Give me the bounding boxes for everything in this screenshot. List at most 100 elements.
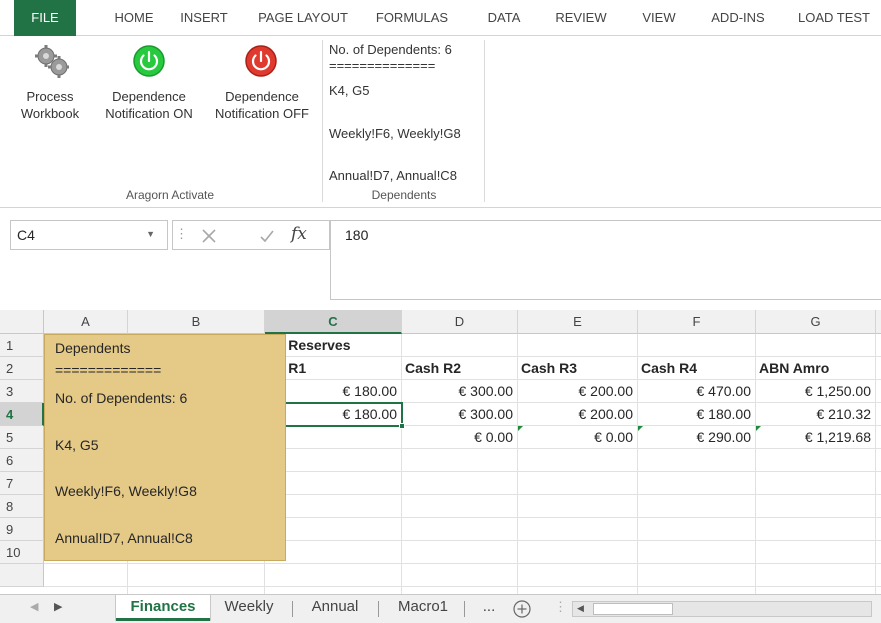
cell-e4[interactable]: € 200.00 xyxy=(518,403,637,426)
comment-count: No. of Dependents: 6 xyxy=(55,390,188,406)
tab-add-ins[interactable]: ADD-INS xyxy=(700,0,776,36)
column-header-f[interactable]: F xyxy=(638,310,756,334)
add-sheet-icon[interactable] xyxy=(512,599,532,619)
dependence-notification-off-button[interactable]: Dependence Notification OFF xyxy=(204,40,320,160)
group-separator xyxy=(484,40,485,202)
cell-e2[interactable]: Cash R3 xyxy=(521,357,637,380)
row-header-3[interactable]: 3 xyxy=(0,380,44,403)
tab-review[interactable]: REVIEW xyxy=(548,0,614,36)
row-header-11[interactable] xyxy=(0,564,44,587)
sheet-tab-bar: ◀ ▶ Finances Weekly Annual Macro1 ... ⋮ … xyxy=(0,594,881,623)
row-header-7[interactable]: 7 xyxy=(0,472,44,495)
column-header-c[interactable]: C xyxy=(265,310,402,334)
column-header-h[interactable] xyxy=(876,310,881,334)
scrollbar-left-icon[interactable]: ◀ xyxy=(577,603,584,614)
cell-g4[interactable]: € 210.32 xyxy=(756,403,875,426)
sheet-tab-finances[interactable]: Finances xyxy=(116,595,210,621)
notification-on-label-1: Dependence xyxy=(112,89,186,104)
formula-input[interactable]: 180 xyxy=(330,220,881,300)
formula-bar: C4 ▼ ⋮ fx 180 xyxy=(0,208,881,308)
cancel-icon[interactable] xyxy=(201,228,217,244)
chevron-down-icon[interactable]: ▼ xyxy=(146,229,155,239)
cell-f4[interactable]: € 180.00 xyxy=(638,403,755,426)
name-box-value: C4 xyxy=(17,227,35,243)
comment-local: K4, G5 xyxy=(55,437,99,453)
sheet-separator xyxy=(292,601,293,617)
row-header-10[interactable]: 10 xyxy=(0,541,44,564)
enter-icon[interactable] xyxy=(259,228,275,244)
formula-buttons: ⋮ fx xyxy=(172,220,330,250)
process-workbook-button[interactable]: Process Workbook xyxy=(8,40,92,160)
cell-f2[interactable]: Cash R4 xyxy=(641,357,755,380)
cell-d5[interactable]: € 0.00 xyxy=(402,426,517,449)
process-workbook-label-2: Workbook xyxy=(20,106,80,121)
notification-off-label-1: Dependence xyxy=(225,89,299,104)
select-all-button[interactable] xyxy=(0,310,44,334)
tab-home[interactable]: HOME xyxy=(106,0,162,36)
row-header-8[interactable]: 8 xyxy=(0,495,44,518)
dependents-count: No. of Dependents: 6 xyxy=(329,42,452,57)
cell-f5[interactable]: € 290.00 xyxy=(638,426,755,449)
sheet-separator xyxy=(378,601,379,617)
sheet-tab-macro1[interactable]: Macro1 xyxy=(386,595,460,621)
process-workbook-label-1: Process xyxy=(26,89,74,104)
column-header-e[interactable]: E xyxy=(518,310,638,334)
dependents-weekly: Weekly!F6, Weekly!G8 xyxy=(329,126,461,141)
scroll-right-icon[interactable]: ▶ xyxy=(54,600,62,613)
sheet-separator xyxy=(464,601,465,617)
power-off-icon xyxy=(245,45,277,77)
fill-handle[interactable] xyxy=(399,423,405,429)
splitter-icon[interactable]: ⋮ xyxy=(554,599,567,615)
group-label-dependents: Dependents xyxy=(371,188,437,202)
comment-weekly: Weekly!F6, Weekly!G8 xyxy=(55,483,197,499)
tab-load-test[interactable]: LOAD TEST xyxy=(788,0,880,36)
cell-g5[interactable]: € 1,219.68 xyxy=(756,426,875,449)
cell-d3[interactable]: € 300.00 xyxy=(402,380,517,403)
more-sheets-button[interactable]: ... xyxy=(474,595,504,621)
column-header-b[interactable]: B xyxy=(128,310,265,334)
cell-c1[interactable]: sh Reserves xyxy=(268,334,401,357)
cell-e3[interactable]: € 200.00 xyxy=(518,380,637,403)
row-header-1[interactable]: 1 xyxy=(0,334,44,357)
comment-annual: Annual!D7, Annual!C8 xyxy=(55,530,193,546)
error-indicator-icon xyxy=(638,426,643,431)
gridline xyxy=(517,334,518,594)
name-box[interactable]: C4 ▼ xyxy=(10,220,168,250)
cell-c2[interactable]: sh R1 xyxy=(268,357,401,380)
scroll-left-icon[interactable]: ◀ xyxy=(30,600,38,613)
horizontal-scrollbar[interactable]: ◀ xyxy=(572,601,872,617)
column-header-a[interactable]: A xyxy=(44,310,128,334)
gears-icon xyxy=(35,45,69,78)
cell-f3[interactable]: € 470.00 xyxy=(638,380,755,403)
row-header-2[interactable]: 2 xyxy=(0,357,44,380)
group-separator xyxy=(322,40,323,202)
sheet-tab-annual[interactable]: Annual xyxy=(300,595,370,621)
error-indicator-icon xyxy=(756,426,761,431)
dependence-notification-on-button[interactable]: Dependence Notification ON xyxy=(94,40,204,160)
cell-g3[interactable]: € 1,250.00 xyxy=(756,380,875,403)
tab-data[interactable]: DATA xyxy=(480,0,528,36)
column-header-d[interactable]: D xyxy=(402,310,518,334)
scrollbar-thumb[interactable] xyxy=(593,603,673,615)
row-header-9[interactable]: 9 xyxy=(0,518,44,541)
tab-page-layout[interactable]: PAGE LAYOUT xyxy=(250,0,356,36)
tab-view[interactable]: VIEW xyxy=(634,0,684,36)
gridline xyxy=(401,334,402,594)
sheet-tab-weekly[interactable]: Weekly xyxy=(214,595,284,621)
row-header-4[interactable]: 4 xyxy=(0,403,44,426)
tab-formulas[interactable]: FORMULAS xyxy=(364,0,460,36)
cell-d4[interactable]: € 300.00 xyxy=(402,403,517,426)
row-header-5[interactable]: 5 xyxy=(0,426,44,449)
row-header-6[interactable]: 6 xyxy=(0,449,44,472)
cell-e5[interactable]: € 0.00 xyxy=(518,426,637,449)
comment-divider: ============= xyxy=(55,362,162,378)
cell-g2[interactable]: ABN Amro xyxy=(759,357,875,380)
cell-d2[interactable]: Cash R2 xyxy=(405,357,517,380)
ribbon-tabs: FILE HOME INSERT PAGE LAYOUT FORMULAS DA… xyxy=(0,0,881,36)
dependents-local: K4, G5 xyxy=(329,83,370,98)
tab-insert[interactable]: INSERT xyxy=(172,0,236,36)
fx-icon[interactable]: fx xyxy=(291,224,307,244)
more-icon: ⋮ xyxy=(175,226,188,241)
tab-file[interactable]: FILE xyxy=(14,0,76,36)
column-header-g[interactable]: G xyxy=(756,310,876,334)
